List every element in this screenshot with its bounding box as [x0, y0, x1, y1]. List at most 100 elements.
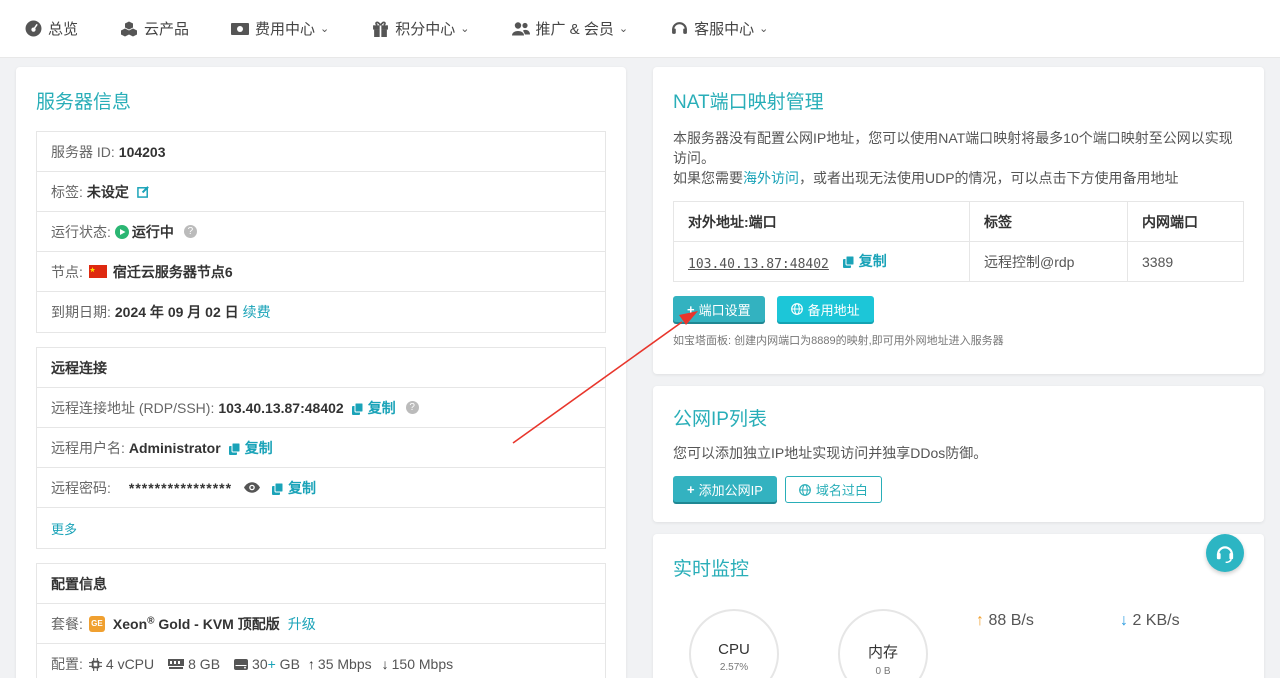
monitor-title: 实时监控 — [673, 559, 750, 580]
nav-billing-label: 费用中心 — [255, 21, 316, 38]
public-ip-card: 公网IP列表 您可以添加独立IP地址实现访问并独享DDos防御。 + 添加公网I… — [653, 386, 1264, 522]
nav-support[interactable]: 客服中心 ⌄ — [670, 18, 768, 39]
plan-value: Xeon® Gold - KVM 顶配版 — [113, 614, 280, 634]
upgrade-link[interactable]: 升级 — [288, 614, 316, 634]
cpu-spec: 4 vCPU — [105, 656, 155, 672]
edit-icon[interactable] — [137, 185, 150, 198]
public-ip-actions: + 添加公网IP 域名过白 — [673, 476, 1244, 503]
arrow-up-icon: ↑ — [976, 612, 984, 629]
tag-row: 标签: 未设定 — [37, 172, 605, 212]
spec-label: 配置: — [51, 656, 83, 672]
spec-row: 配置: 4 vCPU 8 GB 30+ GB ↑ 35 Mbps ↓ 150 M… — [37, 644, 605, 678]
hdd-icon — [234, 658, 249, 670]
disk-spec: 30+ GB — [252, 656, 300, 672]
upload-speed: ↑ 88 B/s — [976, 612, 1034, 630]
col-header-port: 内网端口 — [1127, 201, 1244, 242]
nav-overview[interactable]: 总览 — [24, 18, 78, 39]
help-icon[interactable]: ? — [183, 225, 197, 238]
nav-support-label: 客服中心 — [694, 21, 755, 38]
server-id-value: 104203 — [118, 143, 166, 160]
copy-icon — [272, 482, 284, 495]
add-public-ip-label: 添加公网IP — [698, 482, 763, 498]
ram-spec: 8 GB — [188, 656, 221, 672]
col-header-addr: 对外地址:端口 — [673, 201, 970, 242]
nat-desc-1: 本服务器没有配置公网IP地址，您可以使用NAT端口映射将最多10个端口映射至公网… — [673, 130, 1233, 166]
nat-port-cell: 3389 — [1127, 241, 1244, 282]
remote-section: 远程连接 远程连接地址 (RDP/SSH): 103.40.13.87:4840… — [36, 347, 606, 549]
upload-speed-value: 88 B/s — [988, 612, 1034, 629]
port-settings-button[interactable]: + 端口设置 — [673, 296, 765, 322]
nat-actions: + 端口设置 备用地址 — [673, 296, 1244, 322]
server-info-card: 服务器信息 服务器 ID: 104203 标签: 未设定 运行状态: 运行中 ?… — [16, 67, 626, 678]
remote-addr-label: 远程连接地址 (RDP/SSH): — [51, 399, 215, 416]
nat-card: NAT端口映射管理 本服务器没有配置公网IP地址，您可以使用NAT端口映射将最多… — [653, 67, 1264, 374]
nat-desc-2-a: 如果您需要 — [673, 170, 743, 186]
nat-addr-cell: 103.40.13.87:48402 复制 — [673, 241, 970, 282]
remote-pwd-value: **************** — [128, 479, 233, 496]
users-icon — [511, 20, 530, 38]
nav-cloud-products[interactable]: 云产品 — [120, 18, 189, 39]
top-nav: 总览 云产品 费用中心 ⌄ 积分中心 ⌄ 推广 & 会员 ⌄ 客服中心 ⌄ — [0, 0, 1280, 58]
globe-icon — [790, 303, 803, 315]
copy-label: 复制 — [858, 253, 887, 269]
nav-points-label: 积分中心 — [395, 21, 456, 38]
tag-value: 未设定 — [86, 183, 129, 200]
add-public-ip-button[interactable]: + 添加公网IP — [673, 476, 777, 502]
status-label: 运行状态: — [51, 223, 111, 240]
plan-value-name: Gold - KVM 顶配版 — [154, 615, 280, 632]
dashboard-icon — [24, 20, 42, 38]
copy-icon — [351, 402, 364, 415]
arrow-down-icon: ↓ — [1120, 612, 1128, 629]
plus-icon: + — [687, 301, 695, 317]
copy-label: 复制 — [244, 439, 273, 456]
nav-overview-label: 总览 — [48, 21, 79, 38]
plan-label: 套餐: — [51, 615, 83, 632]
domain-whitelist-button[interactable]: 域名过白 — [784, 476, 882, 503]
chevron-down-icon: ⌄ — [759, 23, 769, 35]
remote-addr-row: 远程连接地址 (RDP/SSH): 103.40.13.87:48402 复制 … — [37, 388, 605, 428]
cpu-gauge: CPU 2.57% — [689, 609, 779, 678]
config-title: 配置信息 — [37, 564, 605, 604]
plan-row: 套餐: GE Xeon® Gold - KVM 顶配版 升级 — [37, 604, 605, 644]
memory-gauge-label: 内存 — [867, 644, 898, 661]
copy-nat-addr-button[interactable]: 复制 — [842, 251, 887, 271]
public-ip-desc: 您可以添加独立IP地址实现访问并独享DDos防御。 — [673, 445, 988, 461]
copy-addr-button[interactable]: 复制 — [351, 398, 396, 418]
node-row: 节点: 宿迁云服务器节点6 — [37, 252, 605, 292]
arrow-up-icon: ↑ — [307, 656, 315, 672]
cpu-gauge-value: 2.57% — [719, 662, 749, 673]
registered-mark: ® — [147, 614, 155, 626]
help-icon[interactable]: ? — [405, 401, 419, 414]
copy-user-button[interactable]: 复制 — [228, 438, 273, 458]
nav-points[interactable]: 积分中心 ⌄ — [371, 18, 470, 39]
floating-support-button[interactable] — [1206, 534, 1244, 572]
status-row: 运行状态: 运行中 ? — [37, 212, 605, 252]
expire-row: 到期日期: 2024 年 09 月 02 日 续费 — [37, 292, 605, 332]
arrow-down-icon: ↓ — [381, 656, 389, 672]
monitor-card: 实时监控 CPU 2.57% 内存 0 B ↑ 88 B/s ↓ 2 KB/s — [653, 534, 1264, 678]
download-bandwidth: 150 Mbps — [391, 656, 454, 672]
cpu-gauge-label: CPU — [718, 641, 750, 658]
server-info-section: 服务器 ID: 104203 标签: 未设定 运行状态: 运行中 ? 节点: 宿… — [36, 131, 606, 333]
copy-pwd-button[interactable]: 复制 — [272, 478, 316, 498]
table-row: 103.40.13.87:48402 复制 远程控制@rdp 3389 — [673, 241, 1244, 282]
nat-desc-2-b: ，或者出现无法使用UDP的情况，可以点击下方使用备用地址 — [799, 170, 1179, 186]
eye-icon[interactable] — [244, 482, 261, 493]
domain-whitelist-label: 域名过白 — [815, 483, 868, 498]
port-settings-label: 端口设置 — [698, 302, 751, 318]
backup-address-button[interactable]: 备用地址 — [776, 296, 874, 322]
expire-label: 到期日期: — [51, 304, 111, 320]
nat-table-header: 对外地址:端口 标签 内网端口 — [673, 201, 1244, 242]
copy-icon — [228, 442, 241, 455]
nav-promotion[interactable]: 推广 & 会员 ⌄ — [511, 18, 628, 39]
config-section: 配置信息 套餐: GE Xeon® Gold - KVM 顶配版 升级 配置: … — [36, 563, 606, 678]
overseas-access-link[interactable]: 海外访问 — [743, 170, 799, 186]
nav-billing[interactable]: 费用中心 ⌄ — [231, 18, 329, 39]
memory-gauge: 内存 0 B — [838, 609, 928, 678]
renew-link[interactable]: 续费 — [243, 302, 271, 322]
more-row: 更多 — [37, 508, 605, 548]
more-link[interactable]: 更多 — [51, 519, 77, 538]
upload-bandwidth: 35 Mbps — [317, 656, 372, 672]
remote-user-value: Administrator — [128, 439, 221, 456]
col-header-tag: 标签 — [969, 201, 1128, 242]
